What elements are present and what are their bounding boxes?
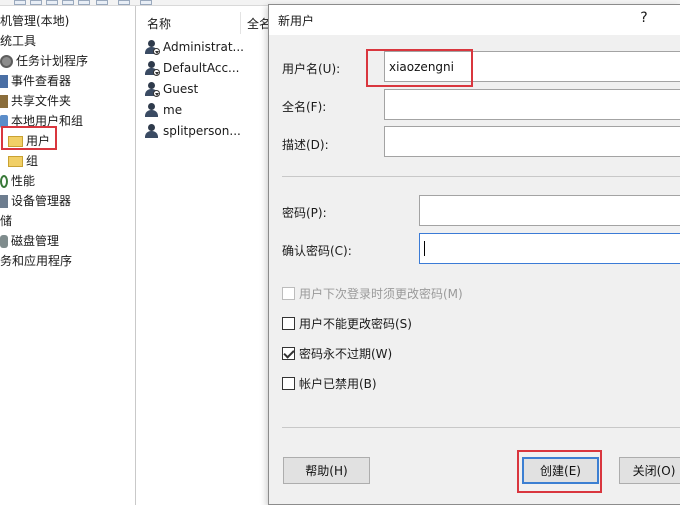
tree-item-groups[interactable]: 组 xyxy=(8,152,38,170)
tree-item-label: 本地用户和组 xyxy=(11,114,84,128)
tree-item-label: 任务计划程序 xyxy=(16,54,89,68)
tree-item-label: 储 xyxy=(0,214,13,228)
user-name: Guest xyxy=(163,81,199,96)
tree-item-shared-folders[interactable]: 共享文件夹 xyxy=(0,92,71,110)
toolbar-button[interactable] xyxy=(46,0,58,5)
tree-item-users[interactable]: 用户 xyxy=(8,132,50,150)
user-disabled-icon xyxy=(144,81,160,97)
folder-icon xyxy=(8,155,23,167)
toolbar-button[interactable] xyxy=(14,0,26,5)
user-icon xyxy=(144,102,159,117)
list-item[interactable]: splitperson... xyxy=(144,120,270,141)
tree-item-label: 机管理(本地) xyxy=(0,14,70,28)
device-manager-icon xyxy=(0,194,8,208)
dialog-title: 新用户 xyxy=(278,14,315,28)
tree-item-label: 性能 xyxy=(11,174,36,188)
tree-item-task-scheduler[interactable]: 任务计划程序 xyxy=(0,52,88,70)
list-item[interactable]: Guest xyxy=(144,78,270,99)
tree-item-label: 共享文件夹 xyxy=(11,94,72,108)
tree-item-label: 磁盘管理 xyxy=(11,234,60,248)
folder-icon xyxy=(8,135,23,147)
list-item[interactable]: me xyxy=(144,99,270,120)
shared-folder-icon xyxy=(0,94,8,108)
option-label: 帐户已禁用(B) xyxy=(299,376,377,391)
tree-item-device-manager[interactable]: 设备管理器 xyxy=(0,192,71,210)
description-input[interactable] xyxy=(384,126,680,157)
checkbox-must-change-password xyxy=(282,286,295,300)
tree-item-label: 用户 xyxy=(26,134,51,148)
option-label: 密码永不过期(W) xyxy=(299,346,393,361)
list-header: 名称 全名 xyxy=(140,12,272,34)
option-label: 用户下次登录时须更改密码(M) xyxy=(299,286,463,301)
option-label: 用户不能更改密码(S) xyxy=(299,316,412,331)
tree-item-label: 设备管理器 xyxy=(11,194,72,208)
close-button[interactable]: 关闭(O) xyxy=(619,457,680,484)
clock-icon xyxy=(0,54,13,68)
user-name: splitperson... xyxy=(163,123,241,138)
option-password-never-expires[interactable]: 密码永不过期(W) xyxy=(282,344,392,362)
tree-item-label: 组 xyxy=(26,154,39,168)
tree-item-storage[interactable]: 储 xyxy=(0,212,12,230)
event-viewer-icon xyxy=(0,74,8,88)
tree-item-local-users-groups[interactable]: 本地用户和组 xyxy=(0,112,83,130)
checkbox-account-disabled[interactable] xyxy=(282,376,295,390)
tree-item-computer-management[interactable]: 机管理(本地) xyxy=(0,12,69,30)
help-icon[interactable]: ? xyxy=(636,10,652,26)
column-header-name[interactable]: 名称 xyxy=(147,15,171,32)
tree-item-performance[interactable]: 性能 xyxy=(0,172,35,190)
tree-item-label: 务和应用程序 xyxy=(0,254,73,268)
user-disabled-icon xyxy=(144,60,160,76)
list-item[interactable]: DefaultAcc... xyxy=(144,57,270,78)
username-label: 用户名(U): xyxy=(282,62,341,76)
user-name: me xyxy=(163,102,183,117)
toolbar-button[interactable] xyxy=(30,0,42,5)
option-account-disabled[interactable]: 帐户已禁用(B) xyxy=(282,374,377,392)
user-icon xyxy=(144,123,159,138)
user-name: Administrat... xyxy=(163,39,244,54)
toolbar-button[interactable] xyxy=(62,0,74,5)
description-label: 描述(D): xyxy=(282,138,329,152)
tree-item-disk-management[interactable]: 磁盘管理 xyxy=(0,232,59,250)
tree-item-services-apps[interactable]: 务和应用程序 xyxy=(0,252,72,270)
divider xyxy=(282,176,680,177)
checkbox-password-never-expires[interactable] xyxy=(282,346,295,360)
divider xyxy=(282,427,680,428)
user-disabled-icon xyxy=(144,39,160,55)
toolbar-button[interactable] xyxy=(96,0,108,5)
fullname-input[interactable] xyxy=(384,89,680,120)
tree-item-event-viewer[interactable]: 事件查看器 xyxy=(0,72,71,90)
disk-icon xyxy=(0,234,8,248)
tree-item-label: 事件查看器 xyxy=(11,74,72,88)
toolbar-button[interactable] xyxy=(118,0,130,5)
toolbar-button[interactable] xyxy=(78,0,90,5)
new-user-dialog: 新用户 ? 用户名(U): 全名(F): 描述(D): 密码(P): 确认密码(… xyxy=(268,4,680,505)
column-separator[interactable] xyxy=(240,12,241,34)
toolbar-button[interactable] xyxy=(140,0,152,5)
user-name: DefaultAcc... xyxy=(163,60,240,75)
performance-icon xyxy=(0,174,8,188)
user-list: 名称 全名 Administrat... DefaultAcc... Guest… xyxy=(140,6,272,505)
list-item[interactable]: Administrat... xyxy=(144,36,270,57)
option-cannot-change-password[interactable]: 用户不能更改密码(S) xyxy=(282,314,412,332)
create-button[interactable]: 创建(E) xyxy=(522,457,599,484)
tree-item-label: 统工具 xyxy=(0,34,37,48)
navigation-tree: 机管理(本地) 统工具 任务计划程序 事件查看器 共享文件夹 本地用户和组 用户… xyxy=(0,6,136,505)
tree-item-system-tools[interactable]: 统工具 xyxy=(0,32,36,50)
fullname-label: 全名(F): xyxy=(282,100,327,114)
username-input[interactable] xyxy=(384,51,680,82)
password-input[interactable] xyxy=(419,195,680,226)
users-groups-icon xyxy=(0,114,8,128)
help-button[interactable]: 帮助(H) xyxy=(283,457,370,484)
text-caret xyxy=(424,241,425,256)
option-must-change-password: 用户下次登录时须更改密码(M) xyxy=(282,284,463,302)
confirm-password-input[interactable] xyxy=(419,233,680,264)
dialog-titlebar[interactable]: 新用户 ? xyxy=(269,5,680,35)
checkbox-cannot-change-password[interactable] xyxy=(282,316,295,330)
confirm-password-label: 确认密码(C): xyxy=(282,244,352,258)
password-label: 密码(P): xyxy=(282,206,327,220)
